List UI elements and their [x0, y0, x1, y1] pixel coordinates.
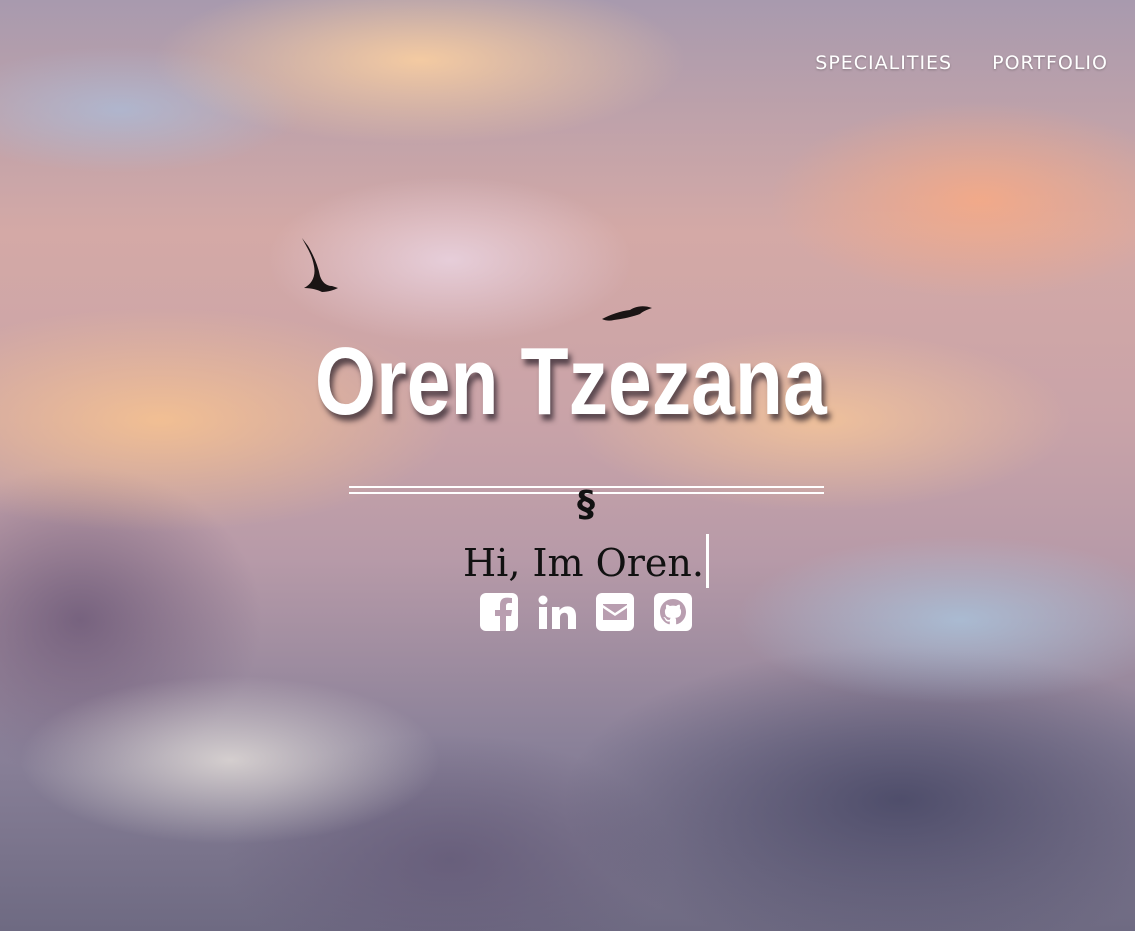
top-nav: SPECIALITIES PORTFOLIO	[815, 52, 1108, 74]
nav-link-specialities[interactable]: SPECIALITIES	[815, 52, 952, 74]
hero-section: SPECIALITIES PORTFOLIO Oren Tzezana § Hi…	[0, 0, 1135, 931]
github-icon	[654, 593, 692, 631]
bird-icon	[302, 238, 338, 292]
typing-cursor	[705, 534, 709, 588]
facebook-link[interactable]	[479, 592, 519, 632]
social-links	[479, 592, 693, 632]
email-link[interactable]	[595, 592, 635, 632]
github-link[interactable]	[653, 592, 693, 632]
linkedin-icon	[538, 595, 576, 629]
typed-tagline: Hi, Im Oren.	[0, 534, 1135, 588]
tagline-text: Hi, Im Oren.	[463, 541, 704, 585]
nav-link-portfolio[interactable]: PORTFOLIO	[992, 52, 1108, 74]
page-title: Oren Tzezana	[314, 328, 827, 435]
linkedin-link[interactable]	[537, 592, 577, 632]
section-mark: §	[577, 484, 595, 525]
facebook-icon	[480, 593, 518, 631]
email-icon	[596, 593, 634, 631]
